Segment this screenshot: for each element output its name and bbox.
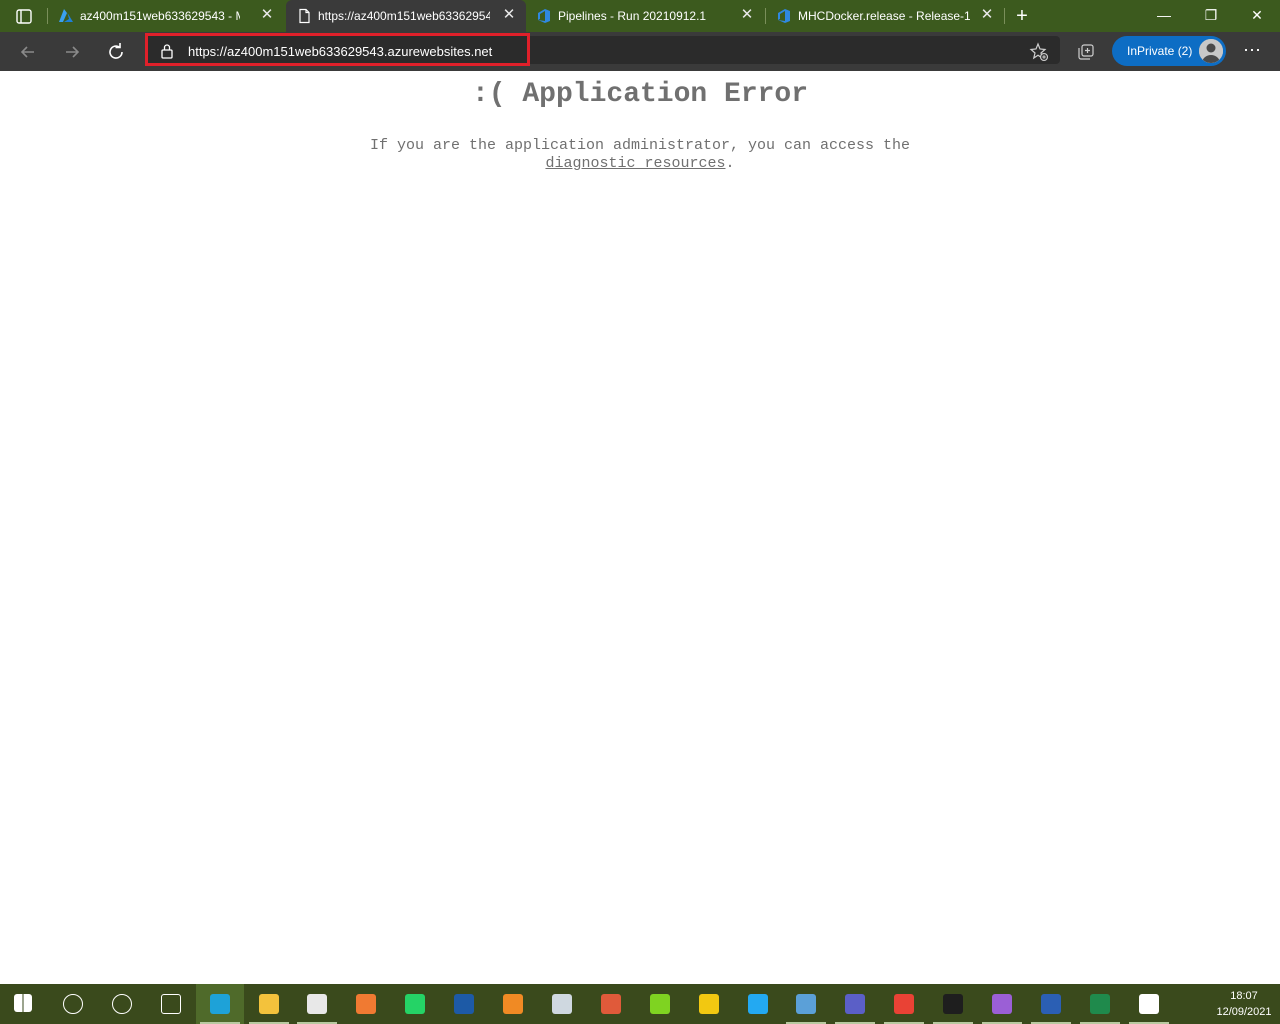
- taskbar-item-chrome[interactable]: [880, 984, 928, 1024]
- taskbar-item-cortana[interactable]: [98, 984, 146, 1024]
- browser-toolbar: https://az400m151web633629543.azurewebsi…: [0, 32, 1280, 71]
- chrome-icon: [894, 994, 915, 1014]
- system-clock[interactable]: 18:07 12/09/2021: [1208, 988, 1280, 1020]
- error-message: If you are the application administrator…: [340, 137, 940, 173]
- taskbar-item-paint[interactable]: [538, 984, 586, 1024]
- lock-icon[interactable]: [160, 43, 174, 59]
- tab-label: az400m151web633629543 - Microsoft Azure: [80, 9, 240, 23]
- tab-separator: [1004, 8, 1005, 24]
- taskbar-item-file-explorer[interactable]: [245, 984, 293, 1024]
- cortana-icon: [111, 994, 132, 1014]
- power-bi-icon: [698, 994, 719, 1014]
- address-url[interactable]: https://az400m151web633629543.azurewebsi…: [188, 44, 492, 59]
- git-icon: [600, 994, 621, 1014]
- edge-icon: [209, 994, 230, 1014]
- start-icon: [14, 994, 32, 1012]
- tab-label: MHCDocker.release - Release-1 - Pipeline…: [798, 9, 970, 23]
- vmware-icon: [454, 994, 475, 1014]
- taskbar-item-search[interactable]: [49, 984, 97, 1024]
- search-icon: [62, 994, 83, 1014]
- taskbar-item-terminal-app[interactable]: [636, 984, 684, 1024]
- excel-icon: [1089, 994, 1110, 1014]
- vscode-icon: [747, 994, 768, 1014]
- close-tab-icon[interactable]: ✕: [738, 6, 756, 24]
- collections-icon[interactable]: [1076, 42, 1096, 62]
- azure-icon: [58, 8, 74, 24]
- inprivate-label: InPrivate (2): [1127, 44, 1193, 58]
- arrow-left-icon: [20, 46, 34, 58]
- azure-devops-icon: [536, 8, 552, 24]
- refresh-icon: [109, 43, 123, 59]
- taskbar-item-power-bi[interactable]: [685, 984, 733, 1024]
- paint-icon: [551, 994, 572, 1014]
- back-button[interactable]: [14, 38, 42, 66]
- taskbar-item-edge[interactable]: [195, 984, 244, 1024]
- store-icon: [307, 994, 328, 1014]
- clock-time: 18:07: [1230, 990, 1258, 1002]
- teams-icon: [845, 994, 866, 1014]
- taskbar-item-start[interactable]: [0, 984, 48, 1024]
- tab-label: https://az400m151web633629543.azurewebsi…: [318, 9, 490, 23]
- visual-studio-icon: [992, 994, 1012, 1014]
- tab-release-pipeline[interactable]: MHCDocker.release - Release-1 - Pipeline…: [766, 0, 1004, 32]
- taskbar-item-powershell[interactable]: [929, 984, 977, 1024]
- azure-devops-icon: [776, 8, 792, 24]
- close-tab-icon[interactable]: ✕: [978, 6, 996, 24]
- taskbar-item-media-player[interactable]: [342, 984, 390, 1024]
- file-explorer-icon: [258, 994, 279, 1014]
- tab-azure-portal[interactable]: az400m151web633629543 - Microsoft Azure …: [48, 0, 284, 32]
- taskbar-item-whatsapp[interactable]: [391, 984, 439, 1024]
- tab-strip: az400m151web633629543 - Microsoft Azure …: [0, 0, 1280, 32]
- taskbar-item-excel[interactable]: [1076, 984, 1124, 1024]
- close-tab-icon[interactable]: ✕: [500, 6, 518, 24]
- tab-actions-icon[interactable]: [10, 6, 38, 28]
- page-content: :( Application Error If you are the appl…: [0, 71, 1280, 984]
- error-message-text: If you are the application administrator…: [369, 137, 911, 154]
- minimize-button[interactable]: —: [1141, 0, 1187, 32]
- add-favorite-icon[interactable]: [1029, 42, 1049, 62]
- whatsapp-icon: [405, 994, 426, 1014]
- powershell-icon: [943, 994, 964, 1014]
- tab-label: Pipelines - Run 20210912.1: [558, 9, 707, 23]
- refresh-button[interactable]: [102, 38, 130, 66]
- taskbar-item-teams[interactable]: [831, 984, 879, 1024]
- address-bar-background: [530, 36, 1060, 64]
- page-icon: [296, 8, 312, 24]
- tab-pipelines-run[interactable]: Pipelines - Run 20210912.1 ✕: [526, 0, 764, 32]
- task-view-icon: [160, 994, 181, 1014]
- inprivate-button[interactable]: InPrivate (2): [1112, 36, 1226, 66]
- tab-active-site[interactable]: https://az400m151web633629543.azurewebsi…: [286, 0, 526, 32]
- avatar: [1199, 39, 1223, 63]
- typora-icon: [1138, 994, 1159, 1014]
- word-icon: [1040, 994, 1061, 1014]
- settings-more-button[interactable]: ⋯: [1240, 40, 1264, 64]
- taskbar-item-visual-studio[interactable]: [978, 984, 1026, 1024]
- taskbar-item-word[interactable]: [1027, 984, 1075, 1024]
- arrow-right-icon: [66, 46, 80, 58]
- taskbar-item-bookmark-app[interactable]: [489, 984, 537, 1024]
- terminal-app-icon: [649, 994, 670, 1014]
- media-player-icon: [356, 994, 377, 1014]
- taskbar-item-remote-desktop[interactable]: [782, 984, 830, 1024]
- new-tab-button[interactable]: +: [1011, 5, 1033, 27]
- page-title: :( Application Error: [471, 79, 809, 110]
- restore-button[interactable]: ❐: [1188, 0, 1234, 32]
- taskbar-item-vmware[interactable]: [440, 984, 488, 1024]
- address-bar[interactable]: https://az400m151web633629543.azurewebsi…: [145, 33, 530, 66]
- close-tab-icon[interactable]: ✕: [258, 6, 276, 24]
- taskbar-item-vscode[interactable]: [734, 984, 782, 1024]
- clock-date: 12/09/2021: [1216, 1006, 1272, 1018]
- taskbar-item-typora[interactable]: [1125, 984, 1173, 1024]
- taskbar: 18:07 12/09/2021: [0, 984, 1280, 1024]
- taskbar-item-store[interactable]: [293, 984, 341, 1024]
- bookmark-app-icon: [503, 994, 523, 1014]
- taskbar-item-git[interactable]: [587, 984, 635, 1024]
- close-window-button[interactable]: ✕: [1234, 0, 1280, 32]
- forward-button[interactable]: [58, 38, 86, 66]
- taskbar-item-task-view[interactable]: [147, 984, 195, 1024]
- remote-desktop-icon: [796, 994, 817, 1014]
- error-message-end: .: [725, 155, 735, 172]
- diagnostic-resources-link[interactable]: diagnostic resources: [545, 155, 725, 172]
